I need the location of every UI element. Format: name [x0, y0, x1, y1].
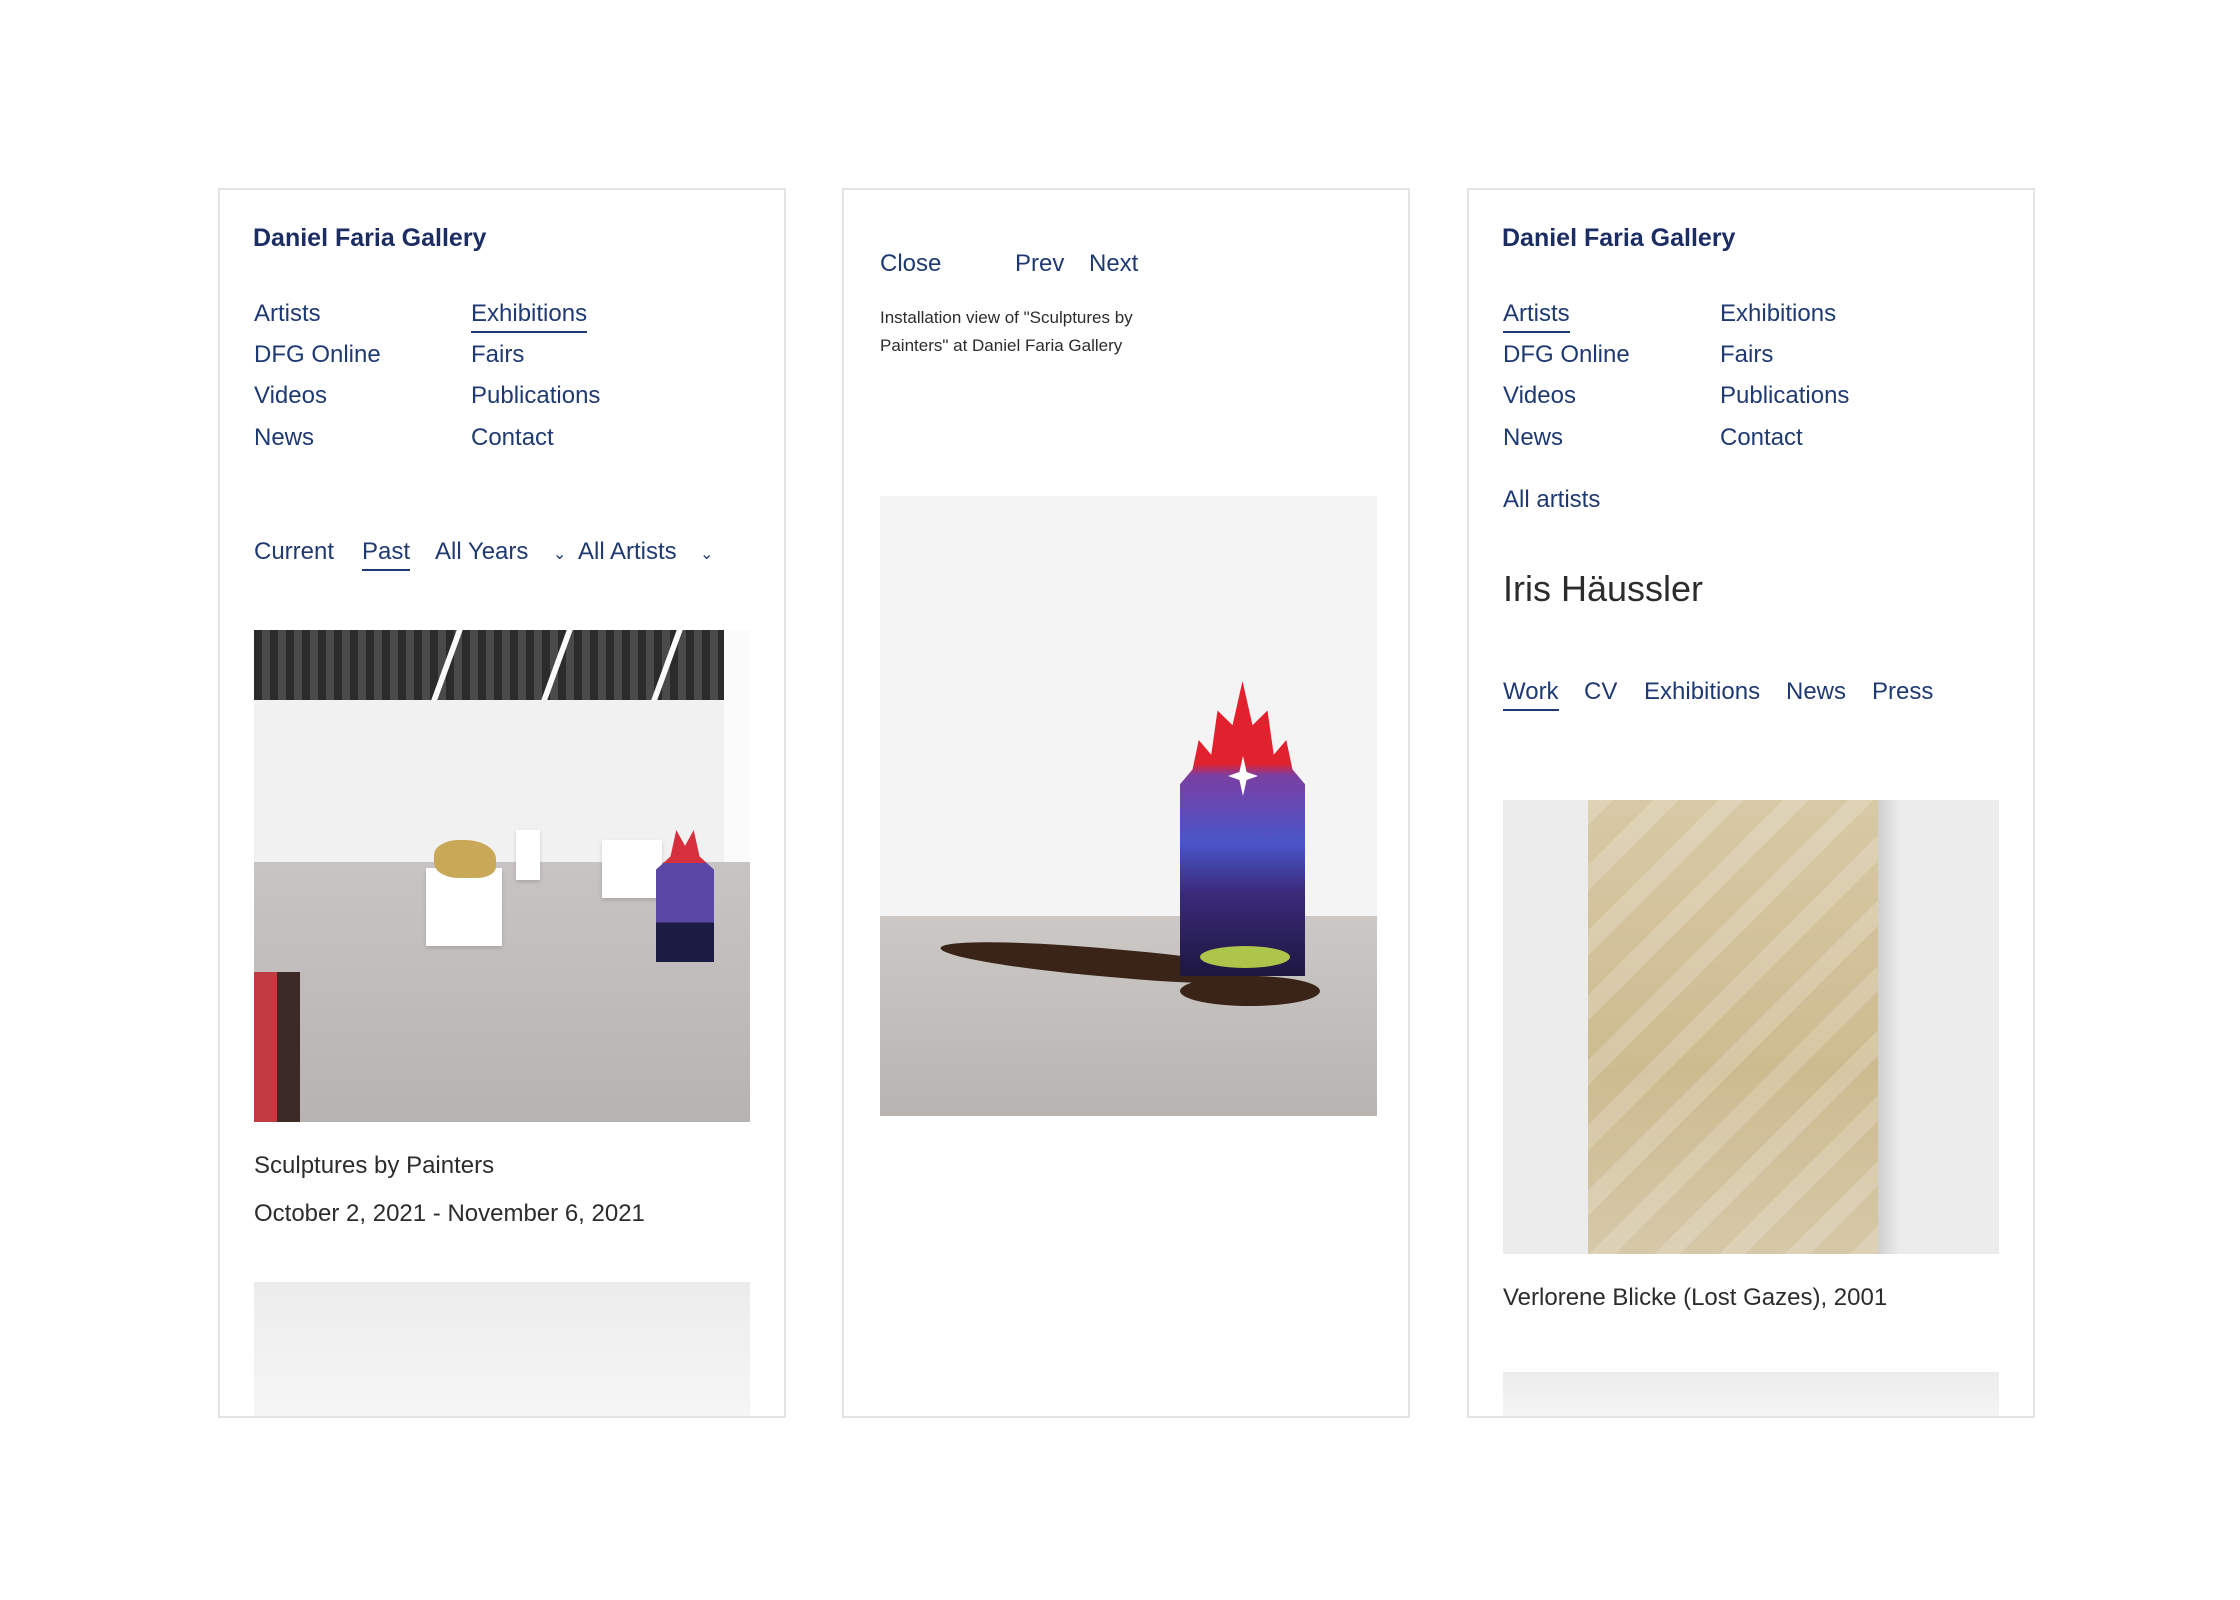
artwork-caption[interactable]: Verlorene Blicke (Lost Gazes), 2001 [1503, 1284, 1887, 1312]
nav-news[interactable]: News [1503, 424, 1563, 452]
nav-fairs[interactable]: Fairs [1720, 341, 1773, 369]
image-lightbox-screen: Close Prev Next Installation view of "Sc… [842, 188, 1410, 1418]
installation-image [880, 496, 1377, 1116]
tab-exhibitions[interactable]: Exhibitions [1644, 678, 1760, 706]
all-artists-link[interactable]: All artists [1503, 486, 1600, 514]
tab-news[interactable]: News [1786, 678, 1846, 706]
next-artwork-thumbnail[interactable] [1503, 1372, 1999, 1416]
nav-contact[interactable]: Contact [471, 424, 554, 452]
tab-work[interactable]: Work [1503, 678, 1559, 711]
prev-button[interactable]: Prev [1015, 250, 1064, 278]
filter-past[interactable]: Past [362, 538, 411, 571]
filter-artists-select[interactable]: All Artists [578, 538, 677, 566]
nav-publications[interactable]: Publications [471, 382, 600, 410]
nav-contact[interactable]: Contact [1720, 424, 1803, 452]
nav-videos[interactable]: Videos [1503, 382, 1576, 410]
next-button[interactable]: Next [1089, 250, 1138, 278]
exhibition-dates: October 2, 2021 - November 6, 2021 [254, 1200, 645, 1227]
filter-years-select[interactable]: All Years [435, 538, 528, 566]
nav-videos[interactable]: Videos [254, 382, 327, 410]
nav-dfg-online[interactable]: DFG Online [1503, 341, 1630, 369]
nav-fairs[interactable]: Fairs [471, 341, 524, 369]
nav-dfg-online[interactable]: DFG Online [254, 341, 381, 369]
chevron-down-icon[interactable]: ⌄ [700, 544, 713, 564]
image-caption-line-1: Installation view of "Sculptures by [880, 308, 1133, 327]
artwork-image[interactable] [1503, 800, 1999, 1254]
image-caption-line-2: Painters" at Daniel Faria Gallery [880, 336, 1123, 355]
nav-artists[interactable]: Artists [254, 300, 321, 328]
close-button[interactable]: Close [880, 250, 941, 278]
next-exhibition-thumbnail[interactable] [254, 1282, 750, 1416]
nav-news[interactable]: News [254, 424, 314, 452]
exhibition-thumbnail[interactable] [254, 630, 750, 1122]
gallery-logo[interactable]: Daniel Faria Gallery [253, 224, 486, 253]
nav-exhibitions[interactable]: Exhibitions [1720, 300, 1836, 328]
artist-name: Iris Häussler [1503, 568, 1704, 609]
nav-artists[interactable]: Artists [1503, 300, 1570, 333]
exhibition-title[interactable]: Sculptures by Painters [254, 1152, 494, 1180]
artist-screen: Daniel Faria Gallery Artists DFG Online … [1467, 188, 2035, 1418]
chevron-down-icon[interactable]: ⌄ [553, 544, 566, 564]
tab-press[interactable]: Press [1872, 678, 1933, 706]
nav-publications[interactable]: Publications [1720, 382, 1849, 410]
nav-exhibitions[interactable]: Exhibitions [471, 300, 588, 333]
gallery-logo[interactable]: Daniel Faria Gallery [1502, 224, 1735, 253]
tab-cv[interactable]: CV [1584, 678, 1617, 706]
exhibitions-screen: Daniel Faria Gallery Artists DFG Online … [218, 188, 786, 1418]
filter-current[interactable]: Current [254, 538, 334, 566]
